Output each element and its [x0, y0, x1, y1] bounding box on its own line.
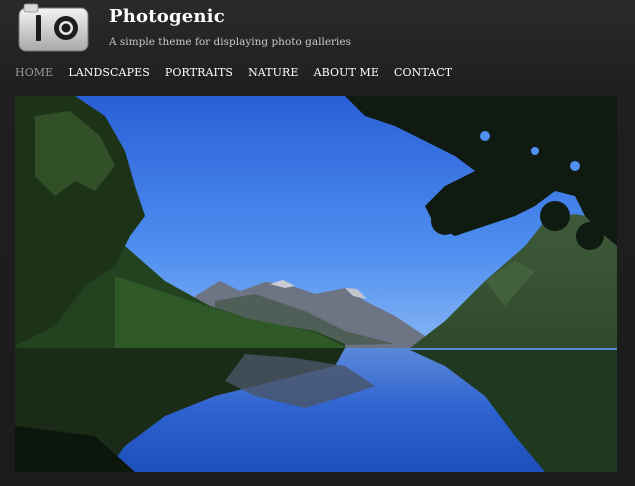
- main-nav: Home Landscapes Portraits Nature About M…: [15, 66, 467, 82]
- site-tagline: A simple theme for displaying photo gall…: [109, 36, 352, 48]
- nav-item-about-me[interactable]: About Me: [314, 66, 379, 82]
- nav-item-home[interactable]: Home: [15, 66, 53, 82]
- nav-item-contact[interactable]: Contact: [394, 66, 452, 82]
- featured-photo[interactable]: [15, 96, 617, 472]
- camera-icon[interactable]: [18, 3, 89, 52]
- nav-item-landscapes[interactable]: Landscapes: [68, 66, 150, 82]
- site-header: Photogenic A simple theme for displaying…: [0, 0, 635, 92]
- nav-item-nature[interactable]: Nature: [248, 66, 299, 82]
- nav-item-portraits[interactable]: Portraits: [165, 66, 233, 82]
- site-title[interactable]: Photogenic: [109, 6, 225, 27]
